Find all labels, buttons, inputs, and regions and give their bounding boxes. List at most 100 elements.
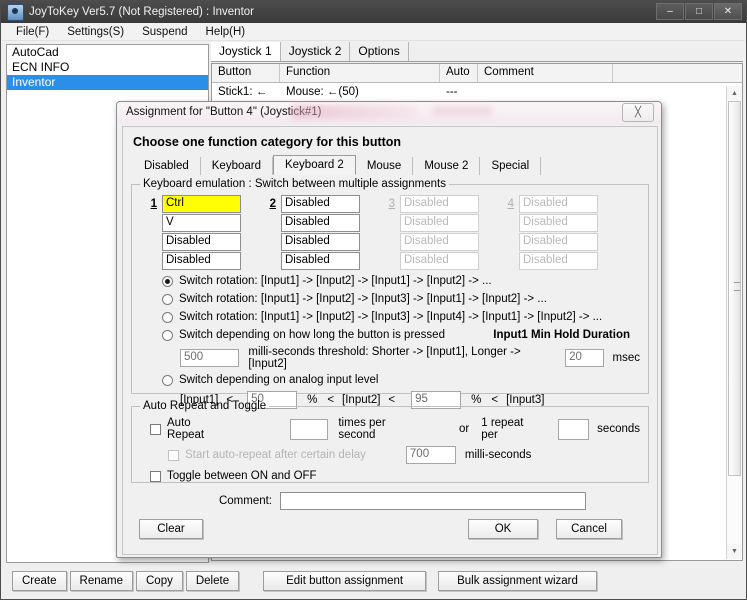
auto-repeat-rate-input[interactable] xyxy=(290,418,329,440)
menu-suspend[interactable]: Suspend xyxy=(133,25,196,39)
input-4-1: Disabled xyxy=(519,195,598,213)
grid-header-auto[interactable]: Auto xyxy=(440,64,478,82)
hold-duration-label: Input1 Min Hold Duration xyxy=(493,329,630,341)
profile-item-inventor[interactable]: Inventor xyxy=(7,75,208,90)
grid-vertical-scrollbar[interactable]: ▲ ▼ xyxy=(726,86,742,559)
dialog-body: Choose one function category for this bu… xyxy=(122,126,658,555)
copy-button[interactable]: Copy xyxy=(136,570,183,591)
profile-item-autocad[interactable]: AutoCad xyxy=(7,45,208,60)
window-titlebar: JoyToKey Ver5.7 (Not Registered) : Inven… xyxy=(1,1,746,23)
dialog-close-icon[interactable]: ╳ xyxy=(622,103,654,122)
comment-input[interactable] xyxy=(280,492,586,510)
app-root: JoyToKey Ver5.7 (Not Registered) : Inven… xyxy=(0,0,747,600)
radio-rotation-2[interactable]: Switch rotation: [Input1] -> [Input2] ->… xyxy=(162,273,640,289)
repeat-seconds-input[interactable] xyxy=(557,418,590,440)
input-1-2[interactable]: V xyxy=(162,214,241,232)
tab-options[interactable]: Options xyxy=(350,42,409,61)
radio-rotation-4-label: Switch rotation: [Input1] -> [Input2] ->… xyxy=(179,311,603,323)
tab-joystick-1[interactable]: Joystick 1 xyxy=(211,42,281,61)
rename-button[interactable]: Rename xyxy=(69,570,133,591)
input-1-1[interactable]: Ctrl xyxy=(162,195,241,213)
ok-button[interactable]: OK xyxy=(468,519,538,539)
keyboard-emulation-group: Keyboard emulation : Switch between mult… xyxy=(131,178,649,409)
joystick-icon xyxy=(7,3,24,21)
auto-repeat-label: Auto Repeat xyxy=(167,417,205,441)
tab-disabled[interactable]: Disabled xyxy=(133,157,201,175)
radio-rotation-2-label: Switch rotation: [Input1] -> [Input2] ->… xyxy=(179,275,492,287)
keyboard-column-4: 4 Disabled Disabled Disabled Disabled xyxy=(497,195,598,271)
radio-rotation-4[interactable]: Switch rotation: [Input1] -> [Input2] ->… xyxy=(162,309,640,325)
tab-joystick-2[interactable]: Joystick 2 xyxy=(281,42,351,61)
threshold-row: 500 milli-seconds threshold: Shorter -> … xyxy=(180,346,640,370)
threshold-input[interactable]: 500 xyxy=(180,349,240,367)
input-3-1: Disabled xyxy=(400,195,479,213)
bulk-assignment-wizard-button[interactable]: Bulk assignment wizard xyxy=(438,570,597,591)
radio-hold-duration-icon[interactable] xyxy=(162,329,173,341)
comment-row: Comment: xyxy=(131,492,649,510)
window-title: JoyToKey Ver5.7 (Not Registered) : Inven… xyxy=(29,6,254,18)
input-1-4[interactable]: Disabled xyxy=(162,252,241,270)
menu-file[interactable]: File(F) xyxy=(7,25,58,39)
dialog-titlebar: Assignment for "Button 4" (Joystick#1) ╳ xyxy=(117,102,661,124)
create-button[interactable]: Create xyxy=(12,570,67,591)
input-2-2[interactable]: Disabled xyxy=(281,214,360,232)
radio-analog-level[interactable]: Switch depending on analog input level xyxy=(162,372,640,388)
column-3-fields: Disabled Disabled Disabled Disabled xyxy=(400,195,479,271)
tab-special[interactable]: Special xyxy=(480,157,542,175)
radio-rotation-3[interactable]: Switch rotation: [Input1] -> [Input2] ->… xyxy=(162,291,640,307)
tab-keyboard-2[interactable]: Keyboard 2 xyxy=(272,155,356,175)
keyboard-column-1: 1 Ctrl V Disabled Disabled xyxy=(140,195,241,271)
cell-function: Mouse: ←(50) xyxy=(286,85,359,98)
radio-hold-duration[interactable]: Switch depending on how long the button … xyxy=(162,327,640,343)
scroll-down-arrow-icon[interactable]: ▼ xyxy=(727,544,742,559)
scroll-up-arrow-icon[interactable]: ▲ xyxy=(727,86,742,101)
one-repeat-per-label: 1 repeat per xyxy=(481,417,524,441)
input-3-2: Disabled xyxy=(400,214,479,232)
grid-header-button[interactable]: Button xyxy=(212,64,280,82)
edit-button-assignment-button[interactable]: Edit button assignment xyxy=(263,570,427,591)
radio-rotation-2-icon[interactable] xyxy=(162,275,173,287)
hold-duration-input[interactable]: 20 xyxy=(565,349,604,367)
radio-hold-duration-label: Switch depending on how long the button … xyxy=(179,329,445,341)
tab-keyboard[interactable]: Keyboard xyxy=(201,157,273,175)
hold-duration-unit: msec xyxy=(612,352,640,364)
profile-item-ecn-info[interactable]: ECN INFO xyxy=(7,60,208,75)
cell-auto: --- xyxy=(446,85,458,98)
table-row[interactable]: Stick1: ← Mouse: ←(50) --- xyxy=(212,83,742,100)
toggle-row: Toggle between ON and OFF xyxy=(150,470,640,482)
auto-repeat-checkbox[interactable] xyxy=(150,423,161,435)
tab-mouse[interactable]: Mouse xyxy=(356,157,414,175)
radio-analog-level-icon[interactable] xyxy=(162,374,173,386)
or-label: or xyxy=(459,423,470,435)
column-1-number: 1 xyxy=(150,198,157,210)
menu-settings[interactable]: Settings(S) xyxy=(58,25,133,39)
minimize-button[interactable]: – xyxy=(656,3,684,20)
grid-header-comment[interactable]: Comment xyxy=(478,64,613,82)
input-2-1[interactable]: Disabled xyxy=(281,195,360,213)
dialog-heading: Choose one function category for this bu… xyxy=(133,135,402,149)
radio-rotation-4-icon[interactable] xyxy=(162,311,173,323)
scrollbar-grip-icon xyxy=(734,282,740,291)
tab-mouse-2[interactable]: Mouse 2 xyxy=(413,157,481,175)
input-2-3[interactable]: Disabled xyxy=(281,233,360,251)
scrollbar-thumb[interactable] xyxy=(728,101,741,476)
column-2-number: 2 xyxy=(269,198,276,210)
grid-header-function[interactable]: Function xyxy=(280,64,440,82)
input-1-3[interactable]: Disabled xyxy=(162,233,241,251)
toggle-checkbox[interactable] xyxy=(150,470,161,482)
cancel-button[interactable]: Cancel xyxy=(556,519,622,539)
column-3-number: 3 xyxy=(388,198,395,210)
grid-header-spacer xyxy=(613,64,742,82)
close-button[interactable]: ✕ xyxy=(714,3,742,20)
menu-help[interactable]: Help(H) xyxy=(197,25,255,39)
maximize-button[interactable]: □ xyxy=(685,3,713,20)
dialog-title: Assignment for "Button 4" (Joystick#1) xyxy=(126,106,322,118)
column-spacer-1 xyxy=(241,195,259,271)
clear-button[interactable]: Clear xyxy=(139,519,203,539)
auto-repeat-delay-unit: milli-seconds xyxy=(464,449,532,461)
column-spacer-3 xyxy=(479,195,497,271)
input-2-4[interactable]: Disabled xyxy=(281,252,360,270)
delete-button[interactable]: Delete xyxy=(185,570,240,591)
radio-rotation-3-icon[interactable] xyxy=(162,293,173,305)
auto-repeat-delay-input[interactable]: 700 xyxy=(405,446,456,464)
